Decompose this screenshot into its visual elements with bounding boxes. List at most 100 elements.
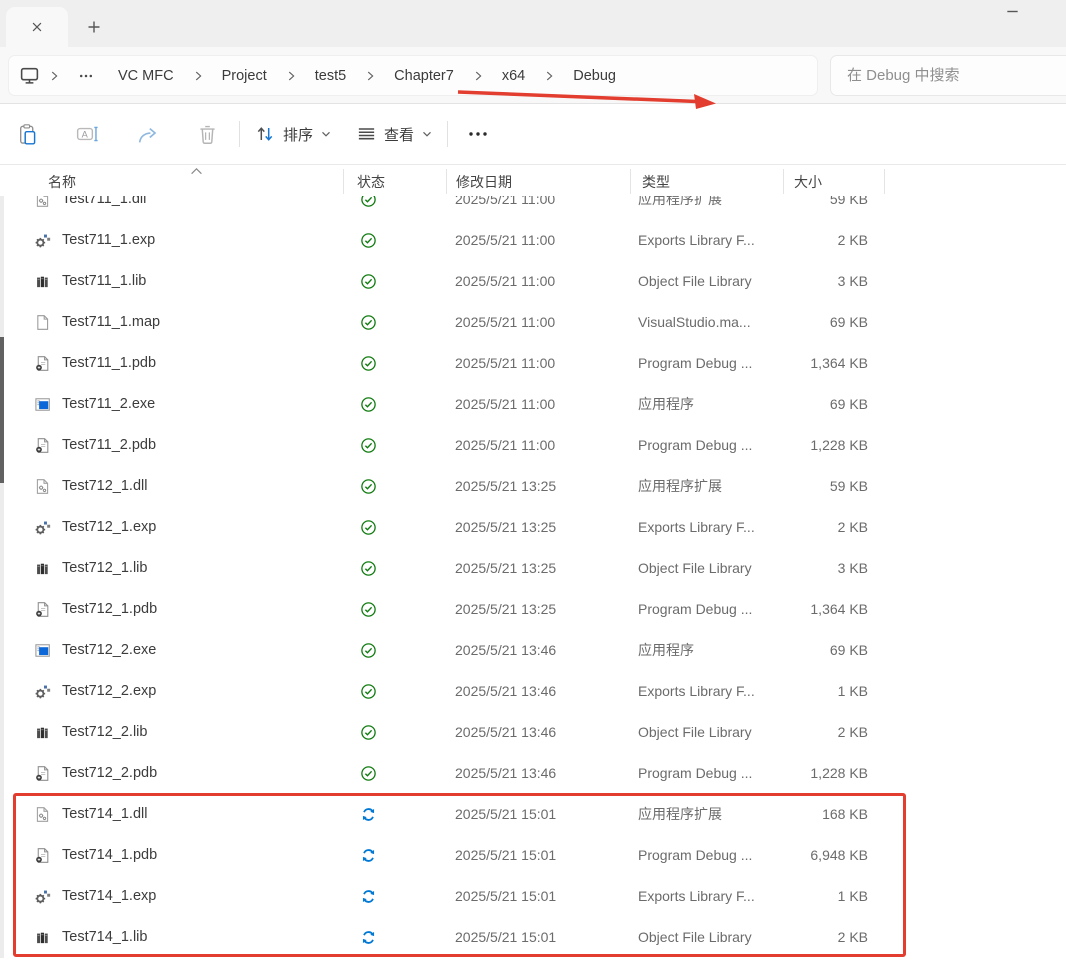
view-button[interactable]: 查看: [356, 104, 433, 164]
column-separator[interactable]: [783, 169, 784, 194]
breadcrumb-item-vc-mfc[interactable]: VC MFC: [108, 64, 184, 88]
file-type: VisualStudio.ma...: [638, 313, 751, 330]
breadcrumb-chevron-icon: [281, 69, 301, 83]
address-bar[interactable]: VC MFC Project test5 Chapter7 x64 Debug: [8, 55, 818, 96]
file-name[interactable]: Test711_1.dll: [62, 196, 146, 220]
file-name[interactable]: Test714_1.exp: [62, 876, 156, 917]
column-separator[interactable]: [343, 169, 344, 194]
file-name[interactable]: Test711_2.exe: [62, 384, 155, 425]
tab-bar: [0, 0, 1066, 47]
file-size: 1,364 KB: [810, 354, 868, 371]
file-name[interactable]: Test712_1.exp: [62, 507, 156, 548]
paste-button[interactable]: [16, 104, 39, 164]
breadcrumb-item-chapter7[interactable]: Chapter7: [384, 64, 464, 88]
file-name[interactable]: Test711_1.pdb: [62, 343, 156, 384]
file-row[interactable]: Test714_1.dll 2025/5/21 15:01 应用程序扩展 168 KB: [0, 794, 1066, 835]
column-header-name[interactable]: 名称: [48, 172, 76, 192]
file-name[interactable]: Test712_1.pdb: [62, 589, 157, 630]
file-row[interactable]: Test714_1.pdb 2025/5/21 15:01 Program Debu…: [0, 835, 1066, 876]
column-separator[interactable]: [630, 169, 631, 194]
dll-file-icon: [34, 478, 51, 495]
file-row[interactable]: Test711_2.exe 2025/5/21 11:00 应用程序 69 KB: [0, 384, 1066, 425]
file-date-modified: 2025/5/21 13:25: [455, 600, 557, 617]
file-name[interactable]: Test714_1.pdb: [62, 835, 157, 876]
file-row[interactable]: Test714_1.lib 2025/5/21 15:01 Object File …: [0, 917, 1066, 958]
file-type: Program Debug ...: [638, 436, 753, 453]
rename-button[interactable]: A: [76, 104, 100, 164]
file-name[interactable]: Test712_2.exp: [62, 671, 156, 712]
file-name[interactable]: Test711_1.map: [62, 302, 160, 343]
file-size: 2 KB: [837, 723, 868, 740]
syncing-status-icon: [360, 888, 377, 905]
this-pc-icon[interactable]: [19, 65, 40, 86]
left-scrollbar-thumb[interactable]: [0, 337, 4, 483]
file-size: 1,228 KB: [810, 764, 868, 781]
breadcrumb-item-debug[interactable]: Debug: [563, 64, 626, 88]
file-row[interactable]: Test712_1.pdb 2025/5/21 13:25 Program Debu…: [0, 589, 1066, 630]
file-name[interactable]: Test712_1.dll: [62, 466, 147, 507]
file-row[interactable]: Test712_1.dll 2025/5/21 13:25 应用程序扩展 59 KB: [0, 466, 1066, 507]
file-row[interactable]: Test712_1.exp 2025/5/21 13:25 Exports Libr…: [0, 507, 1066, 548]
file-row[interactable]: Test714_1.exp 2025/5/21 15:01 Exports Libr…: [0, 876, 1066, 917]
file-name[interactable]: Test712_1.lib: [62, 548, 147, 589]
file-size: 1,364 KB: [810, 600, 868, 617]
column-separator[interactable]: [884, 169, 885, 194]
column-separator[interactable]: [446, 169, 447, 194]
sort-button[interactable]: 排序: [254, 104, 332, 164]
column-header-size[interactable]: 大小: [794, 172, 822, 192]
file-size: 1 KB: [837, 682, 868, 699]
delete-button[interactable]: [196, 104, 219, 164]
explorer-tab[interactable]: [6, 7, 68, 47]
file-row[interactable]: Test712_2.pdb 2025/5/21 13:46 Program Debu…: [0, 753, 1066, 794]
file-row[interactable]: Test711_1.dll 2025/5/21 11:00 应用程序扩展 59 KB: [0, 196, 1066, 220]
file-row[interactable]: Test712_1.lib 2025/5/21 13:25 Object File …: [0, 548, 1066, 589]
more-options-button[interactable]: [466, 104, 490, 164]
breadcrumb-item-test5[interactable]: test5: [305, 64, 356, 88]
file-row[interactable]: Test711_1.lib 2025/5/21 11:00 Object File …: [0, 261, 1066, 302]
column-header-type[interactable]: 类型: [642, 172, 670, 192]
column-header-status[interactable]: 状态: [357, 172, 385, 192]
share-button[interactable]: [136, 104, 159, 164]
minimize-button[interactable]: [1005, 4, 1027, 22]
synced-status-icon: [360, 724, 377, 741]
breadcrumb-ellipsis[interactable]: [68, 64, 104, 88]
file-name[interactable]: Test712_2.pdb: [62, 753, 157, 794]
column-header-date[interactable]: 修改日期: [456, 172, 512, 192]
file-name[interactable]: Test714_1.lib: [62, 917, 147, 958]
file-type: Program Debug ...: [638, 764, 753, 781]
file-name[interactable]: Test711_1.exp: [62, 220, 155, 261]
file-type: Object File Library: [638, 272, 752, 289]
file-size: 3 KB: [837, 559, 868, 576]
file-row[interactable]: Test711_2.pdb 2025/5/21 11:00 Program Debu…: [0, 425, 1066, 466]
breadcrumb-chevron-icon: [188, 69, 208, 83]
pdb-file-icon: [34, 355, 51, 372]
file-size: 69 KB: [829, 313, 868, 330]
file-date-modified: 2025/5/21 11:00: [455, 196, 556, 207]
file-row[interactable]: Test711_1.map 2025/5/21 11:00 VisualStudio…: [0, 302, 1066, 343]
exp-file-icon: [34, 888, 51, 905]
file-date-modified: 2025/5/21 11:00: [455, 313, 556, 330]
file-name[interactable]: Test711_1.lib: [62, 261, 146, 302]
breadcrumb-item-x64[interactable]: x64: [492, 64, 535, 88]
file-row[interactable]: Test712_2.exp 2025/5/21 13:46 Exports Libr…: [0, 671, 1066, 712]
file-row[interactable]: Test711_1.exp 2025/5/21 11:00 Exports Libr…: [0, 220, 1066, 261]
rename-icon: A: [76, 122, 100, 146]
file-name[interactable]: Test712_2.exe: [62, 630, 156, 671]
exe-file-icon: [34, 396, 51, 413]
file-type: Object File Library: [638, 928, 752, 945]
tab-close-icon[interactable]: [30, 20, 44, 34]
file-row[interactable]: Test711_1.pdb 2025/5/21 11:00 Program Debu…: [0, 343, 1066, 384]
file-size: 2 KB: [837, 231, 868, 248]
file-type: Program Debug ...: [638, 600, 753, 617]
pdb-file-icon: [34, 437, 51, 454]
file-date-modified: 2025/5/21 15:01: [455, 928, 557, 945]
file-name[interactable]: Test711_2.pdb: [62, 425, 156, 466]
new-tab-button[interactable]: [86, 19, 104, 37]
file-name[interactable]: Test714_1.dll: [62, 794, 147, 835]
search-input[interactable]: [830, 55, 1066, 96]
file-date-modified: 2025/5/21 13:46: [455, 764, 557, 781]
file-row[interactable]: Test712_2.exe 2025/5/21 13:46 应用程序 69 KB: [0, 630, 1066, 671]
file-row[interactable]: Test712_2.lib 2025/5/21 13:46 Object File …: [0, 712, 1066, 753]
breadcrumb-item-project[interactable]: Project: [212, 64, 277, 88]
file-name[interactable]: Test712_2.lib: [62, 712, 147, 753]
